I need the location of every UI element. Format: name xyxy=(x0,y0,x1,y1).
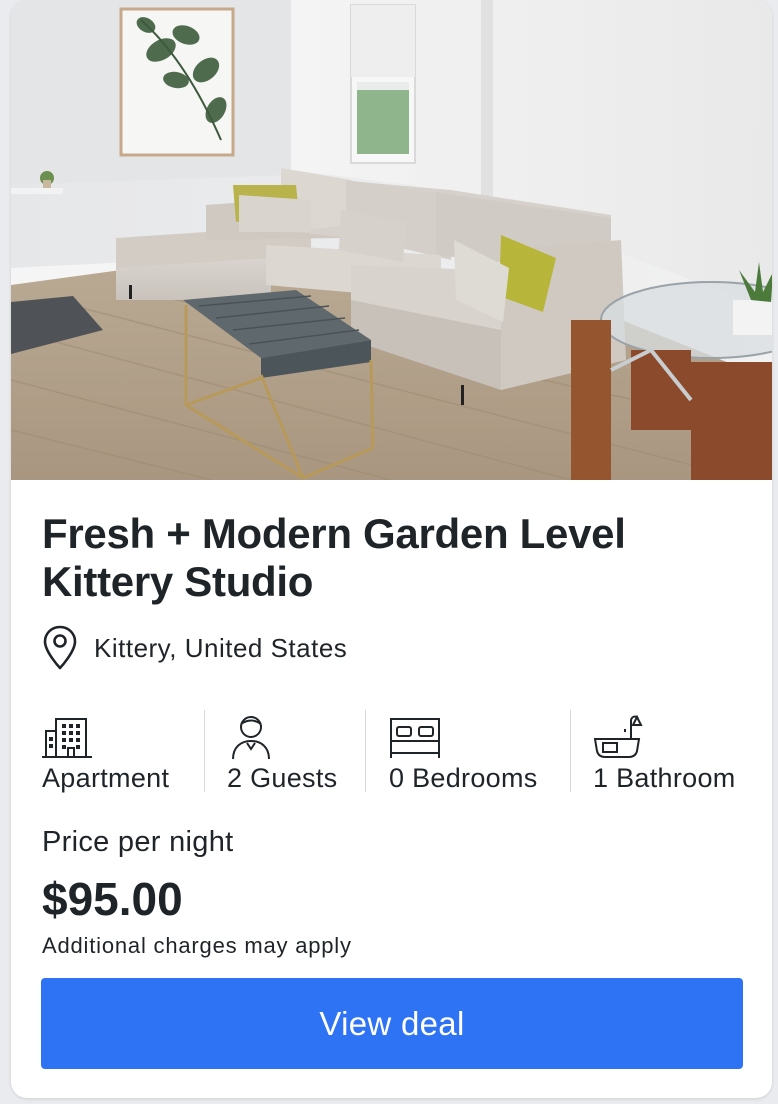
amenity-divider xyxy=(365,710,366,792)
location-text: Kittery, United States xyxy=(94,632,348,663)
amenity-label: 0 Bedrooms xyxy=(389,763,538,793)
amenity-label: 2 Guests xyxy=(227,763,338,793)
price-label: Price per night xyxy=(42,826,234,858)
listing-card: Fresh + Modern Garden Level Kittery Stud… xyxy=(11,0,772,1098)
listing-title[interactable]: Fresh + Modern Garden Level Kittery Stud… xyxy=(42,510,742,606)
amenity-bedrooms: 0 Bedrooms xyxy=(389,705,559,805)
amenity-guests: 2 Guests xyxy=(227,705,367,805)
price-value: $95.00 xyxy=(42,873,183,925)
listing-location: Kittery, United States xyxy=(42,624,347,672)
amenity-bathrooms: 1 Bathroom xyxy=(593,705,763,805)
amenity-property-type: Apartment xyxy=(42,705,202,805)
listing-photo[interactable] xyxy=(11,0,772,480)
charges-note: Additional charges may apply xyxy=(42,933,352,958)
bed-icon xyxy=(390,718,440,758)
bathtub-icon xyxy=(593,714,643,758)
amenities-row: Apartment 2 Guests 0 Bedrooms 1 Bathroom xyxy=(11,705,772,805)
amenity-divider xyxy=(204,710,205,792)
amenity-divider xyxy=(570,710,571,792)
map-pin-icon xyxy=(43,625,77,670)
building-icon xyxy=(42,718,92,758)
view-deal-button[interactable]: View deal xyxy=(41,978,743,1069)
amenity-label: Apartment xyxy=(42,763,170,793)
amenity-label: 1 Bathroom xyxy=(593,763,736,793)
guest-icon xyxy=(232,716,270,760)
